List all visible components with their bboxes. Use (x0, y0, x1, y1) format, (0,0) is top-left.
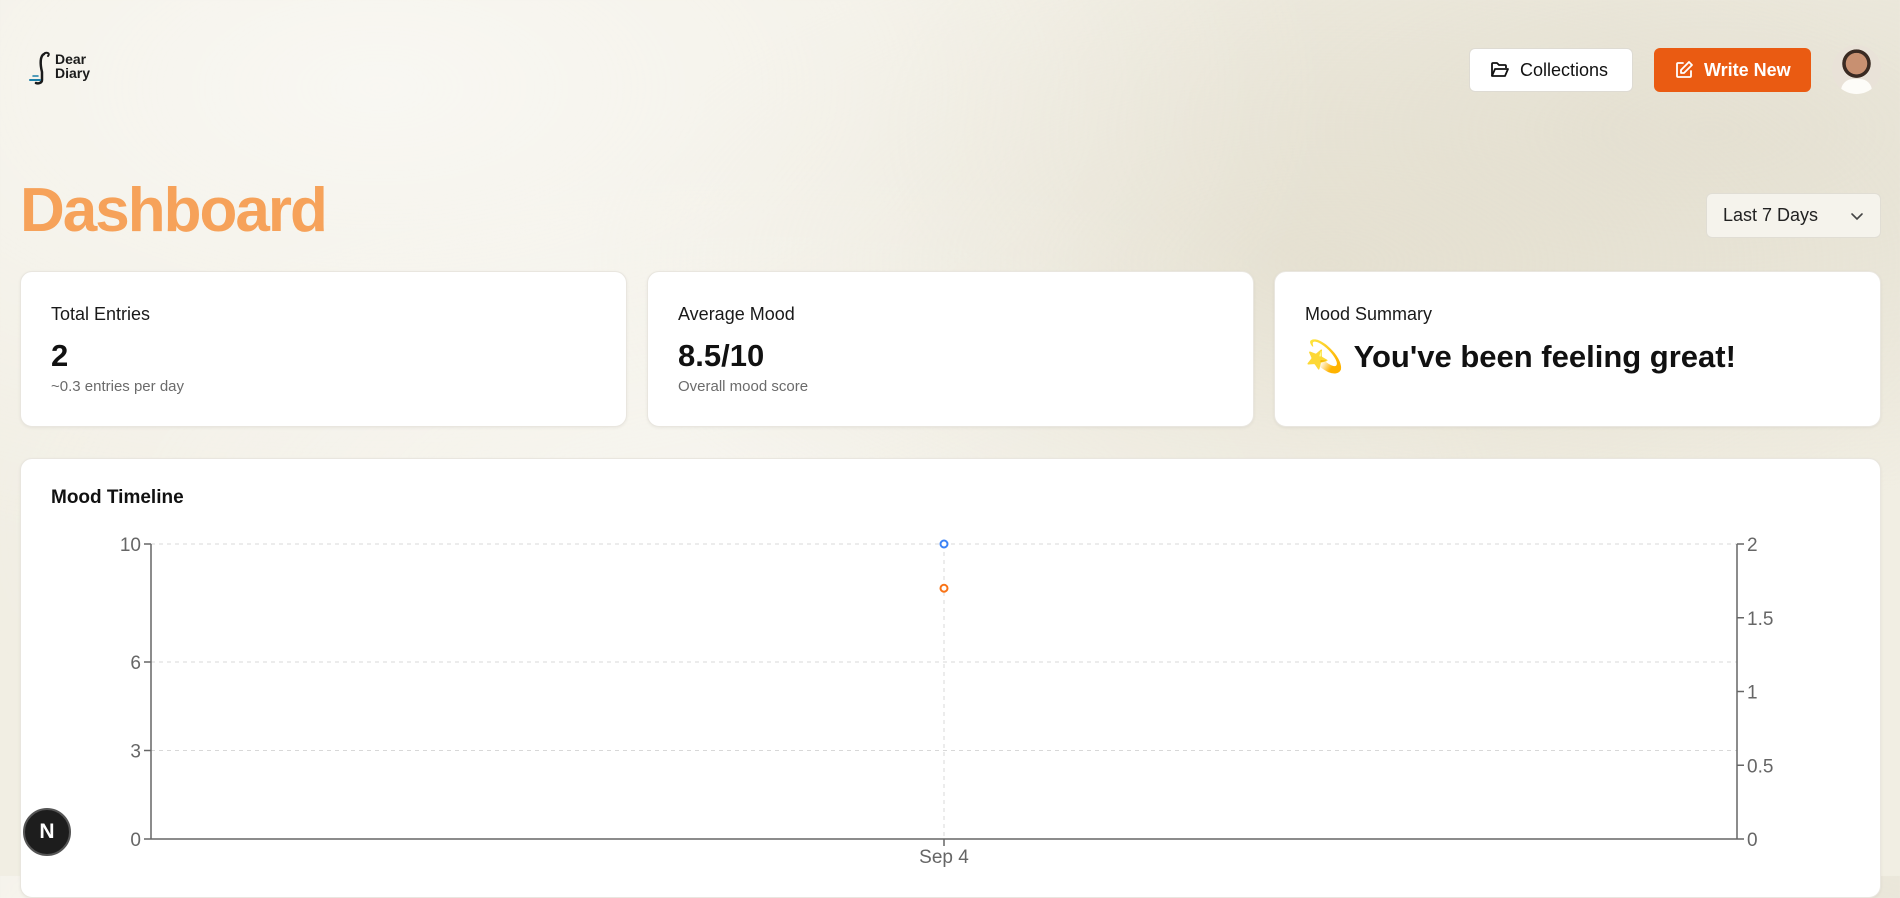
page-title: Dashboard (20, 176, 328, 245)
average-mood-label: Average Mood (678, 304, 795, 324)
user-avatar[interactable] (1832, 45, 1881, 94)
right-axis-tick-label: 1 (1747, 683, 1758, 704)
quill-icon (29, 51, 50, 85)
dizzy-star-icon: 💫 (1305, 339, 1344, 374)
total-entries-value: 2 (51, 338, 69, 373)
x-axis-tick-label: Sep 4 (919, 847, 969, 868)
dev-tools-badge[interactable]: N (23, 808, 71, 856)
average-mood-value: 8.5/10 (678, 338, 765, 373)
mood-timeline-chart: 0 3 6 10 0 0.5 1 1.5 2 Sep 4 (120, 535, 1774, 868)
left-axis-tick-label: 3 (130, 742, 141, 763)
header: Dear Diary Collections Write New (0, 0, 1900, 140)
left-axis-tick-label: 10 (120, 535, 141, 556)
mood-summary-label: Mood Summary (1305, 304, 1433, 324)
mood-summary-card: Mood Summary 💫 You've been feeling great… (1274, 271, 1881, 427)
dear-diary-logo[interactable]: Dear Diary (28, 50, 94, 86)
write-new-button[interactable]: Write New (1654, 48, 1811, 92)
mood-summary-text: You've been feeling great! (1353, 338, 1736, 374)
total-entries-card: Total Entries 2 ~0.3 entries per day (20, 271, 627, 427)
left-axis-tick-label: 0 (130, 830, 141, 851)
logo-text: Dear Diary (55, 52, 90, 80)
edit-icon (1676, 61, 1693, 78)
mood-timeline-card: Mood Timeline 0 3 6 10 0 0.5 1 1.5 2 Sep 4 (20, 458, 1881, 898)
data-point (939, 583, 949, 593)
date-range-select[interactable]: Last 7 Days (1706, 193, 1881, 238)
logo-line-2: Diary (55, 65, 91, 81)
folder-open-icon (1491, 62, 1509, 77)
write-new-label: Write New (1704, 59, 1791, 80)
right-axis-tick-label: 1.5 (1747, 609, 1773, 630)
total-entries-label: Total Entries (51, 304, 151, 324)
right-axis-tick-label: 0.5 (1747, 756, 1773, 777)
mood-summary-headline: 💫 You've been feeling great! (1305, 338, 1736, 375)
average-mood-sub: Overall mood score (678, 378, 809, 395)
chevron-down-icon (1851, 212, 1863, 220)
left-axis-tick-label: 6 (130, 653, 141, 674)
right-axis-tick-label: 0 (1747, 830, 1758, 851)
collections-label: Collections (1520, 59, 1609, 80)
data-point (939, 539, 949, 549)
average-mood-card: Average Mood 8.5/10 Overall mood score (647, 271, 1254, 427)
total-entries-sub: ~0.3 entries per day (51, 378, 185, 395)
right-axis-tick-label: 2 (1747, 535, 1758, 556)
collections-button[interactable]: Collections (1469, 48, 1633, 92)
logo-line-1: Dear (55, 51, 87, 67)
date-range-value: Last 7 Days (1723, 205, 1819, 225)
avatar-shirt (1841, 79, 1872, 94)
